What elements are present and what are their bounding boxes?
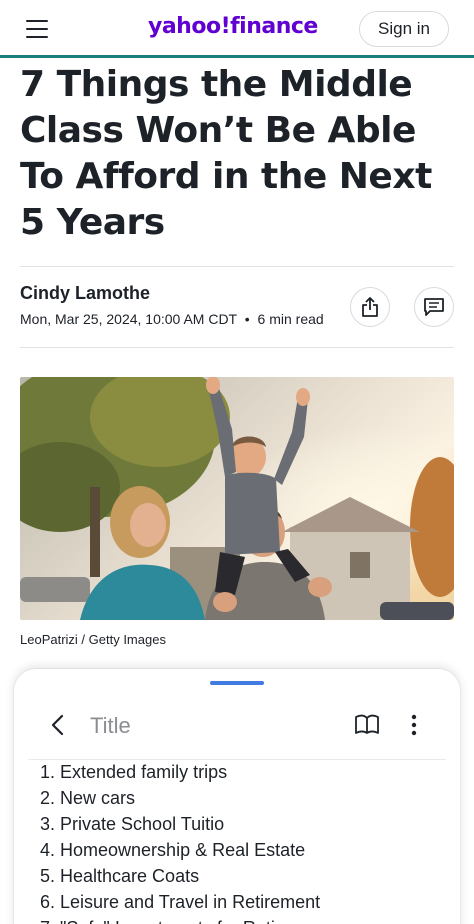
- menu-icon[interactable]: [26, 20, 48, 38]
- publish-date: Mon, Mar 25, 2024, 10:00 AM CDT: [20, 311, 237, 327]
- share-button[interactable]: [350, 287, 390, 327]
- article-headline: 7 Things the Middle Class Won’t Be Able …: [20, 64, 432, 243]
- author-name[interactable]: Cindy Lamothe: [20, 283, 150, 304]
- article-photo: [20, 377, 454, 620]
- list-item[interactable]: 1. Extended family trips: [40, 759, 450, 785]
- share-icon: [362, 297, 378, 317]
- back-chevron-icon[interactable]: [48, 713, 68, 737]
- reader-book-icon[interactable]: [354, 714, 380, 736]
- more-vert-icon[interactable]: [406, 713, 422, 737]
- list-item[interactable]: 3. Private School Tuitio: [40, 811, 450, 837]
- sheet-title[interactable]: Title: [90, 713, 131, 739]
- notes-list: 1. Extended family trips 2. New cars 3. …: [40, 759, 450, 924]
- comments-icon: [424, 298, 444, 316]
- meta-separator: •: [244, 311, 250, 327]
- image-credit: LeoPatrizi / Getty Images: [20, 632, 166, 647]
- yahoo-finance-logo[interactable]: yahoo!finance: [148, 14, 318, 39]
- article-meta: Mon, Mar 25, 2024, 10:00 AM CDT • 6 min …: [20, 311, 324, 327]
- reader-bottom-sheet: Title 1. Extended family trips 2. New ca…: [14, 669, 460, 924]
- sheet-drag-handle[interactable]: [210, 681, 264, 685]
- list-item[interactable]: 6. Leisure and Travel in Retirement: [40, 889, 450, 915]
- read-time: 6 min read: [257, 311, 324, 327]
- site-header: yahoo!finance Sign in: [0, 0, 474, 58]
- list-item[interactable]: 7. "Safe" Investments for Retirees: [40, 915, 450, 924]
- divider: [20, 347, 454, 348]
- sign-in-button[interactable]: Sign in: [359, 11, 449, 47]
- list-item[interactable]: 4. Homeownership & Real Estate: [40, 837, 450, 863]
- list-item[interactable]: 2. New cars: [40, 785, 450, 811]
- list-item[interactable]: 5. Healthcare Coats: [40, 863, 450, 889]
- comments-button[interactable]: [414, 287, 454, 327]
- divider: [20, 266, 454, 267]
